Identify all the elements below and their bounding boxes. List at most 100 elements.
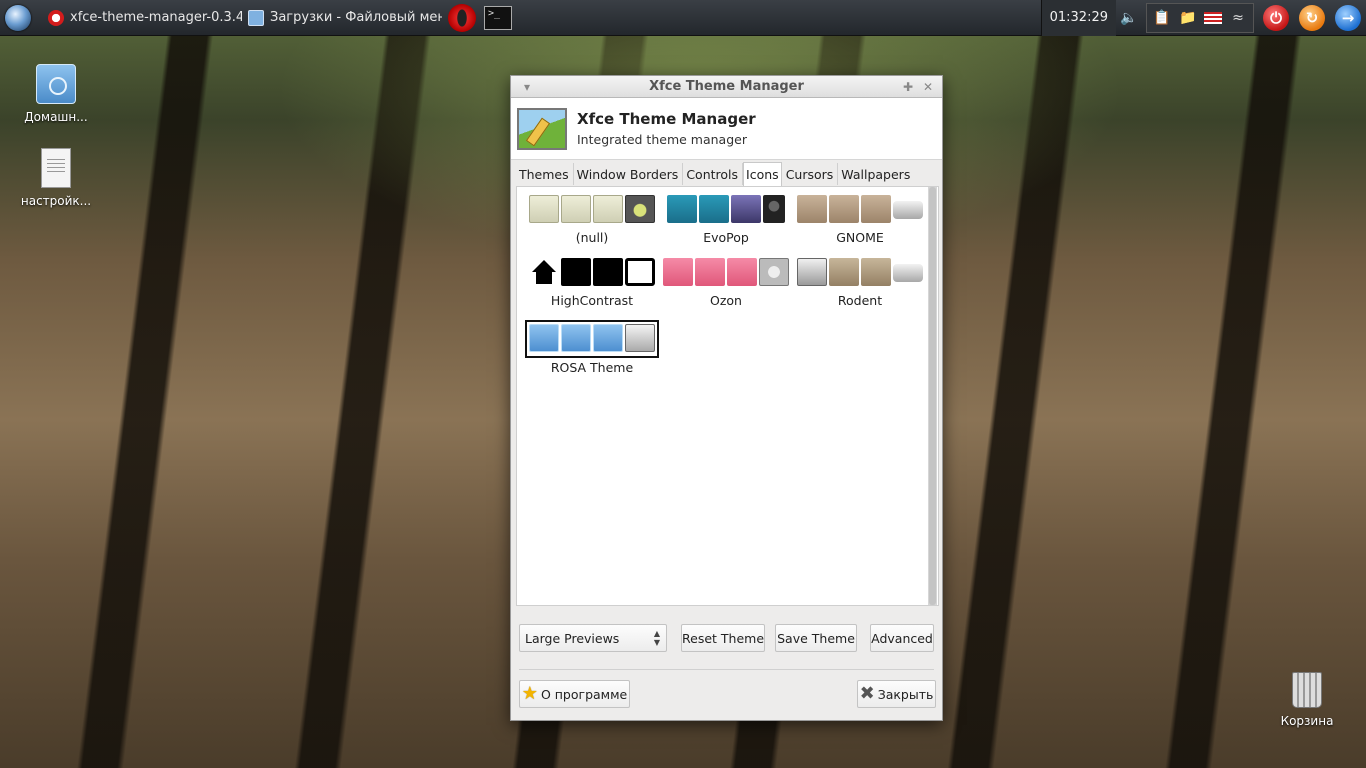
close-icon[interactable]: ✕: [918, 77, 938, 97]
star-icon: ★: [521, 683, 538, 704]
document-icon: [41, 148, 71, 188]
folder-icon: [561, 324, 591, 352]
preview-size-select[interactable]: Large Previews ▲ ▼: [519, 624, 667, 652]
network-folder-icon[interactable]: 📁: [1178, 8, 1198, 28]
hard-drive-icon: [625, 324, 655, 352]
theme-item-evopop[interactable]: EvoPop: [659, 193, 793, 255]
opera-launcher-icon[interactable]: [448, 3, 476, 32]
window-header: Xfce Theme Manager Integrated theme mana…: [511, 98, 942, 160]
folder-icon: [593, 195, 623, 223]
about-label: О программе: [540, 686, 628, 702]
folder-icon: [861, 258, 891, 286]
about-button[interactable]: ★ О программе: [519, 680, 630, 708]
power-button[interactable]: ⏻: [1263, 4, 1289, 31]
taskbar: xfce-theme-manager-0.3.4... Загрузки - Ф…: [0, 0, 1366, 36]
tab-icons[interactable]: Icons: [743, 162, 782, 186]
window-menu-chevron-down-icon[interactable]: ▾: [517, 77, 537, 97]
home-folder-icon: [797, 258, 827, 286]
desktop-icon-label: настройк...: [20, 194, 92, 208]
tab-window-borders[interactable]: Window Borders: [574, 162, 682, 186]
theme-manager-app-icon: [517, 107, 567, 150]
tab-wallpapers[interactable]: Wallpapers: [838, 162, 913, 186]
clock[interactable]: 01:32:29: [1040, 0, 1116, 36]
theme-label: (null): [575, 230, 609, 245]
home-folder-icon: [36, 64, 76, 104]
keyboard-layout-flag-icon[interactable]: [1204, 11, 1222, 24]
icon-theme-list: (null) EvoPop GNOME HighContrast Ozon Ro…: [516, 186, 939, 606]
controls-row: Large Previews ▲ ▼ Reset Theme Save Theme…: [519, 623, 936, 653]
theme-label: Rodent: [837, 293, 883, 308]
folder-icon: [829, 195, 859, 223]
save-theme-button[interactable]: Save Theme: [775, 624, 857, 652]
desktop-icon-label: Домашн...: [24, 110, 88, 124]
folder-icon: [248, 9, 264, 26]
terminal-launcher-icon[interactable]: >_: [484, 5, 512, 30]
theme-item-gnome[interactable]: GNOME: [793, 193, 927, 255]
task-label: xfce-theme-manager-0.3.4...: [70, 10, 242, 25]
hard-drive-icon: [763, 195, 785, 223]
folder-icon: [695, 258, 725, 286]
folder-icon: [727, 258, 757, 286]
hard-drive-icon: [893, 201, 923, 219]
tab-themes[interactable]: Themes: [516, 162, 572, 186]
theme-label: Ozon: [710, 293, 742, 308]
close-button[interactable]: ✖ Закрыть: [857, 680, 936, 708]
desktop-icon-label: Корзина: [1280, 714, 1334, 728]
home-icon: [529, 258, 559, 286]
close-icon: ✖: [859, 683, 875, 704]
theme-item-rodent[interactable]: Rodent: [793, 256, 927, 318]
theme-item-ozon[interactable]: Ozon: [659, 256, 793, 318]
tab-cursors[interactable]: Cursors: [783, 162, 837, 186]
hard-drive-icon: [625, 258, 655, 286]
vertical-scrollbar[interactable]: [928, 187, 937, 605]
hard-drive-icon: [893, 264, 923, 282]
maximize-icon[interactable]: ✚: [898, 77, 918, 97]
task-label: Загрузки - Файловый мен...: [270, 10, 442, 25]
theme-item-rosa[interactable]: [525, 320, 659, 358]
theme-label: ROSA Theme: [550, 360, 634, 375]
wifi-icon[interactable]: ≈: [1228, 8, 1248, 28]
close-label: Закрыть: [877, 686, 934, 702]
clipboard-icon[interactable]: 📋: [1152, 8, 1172, 28]
forward-button[interactable]: →: [1335, 4, 1361, 31]
task-theme-manager[interactable]: xfce-theme-manager-0.3.4...: [42, 3, 242, 33]
opera-icon: [48, 9, 64, 26]
theme-label: GNOME: [836, 230, 884, 245]
folder-icon: [731, 195, 761, 223]
folder-icon: [593, 258, 623, 286]
advanced-button[interactable]: Advanced: [870, 624, 934, 652]
folder-icon: [699, 195, 729, 223]
home-folder-icon: [667, 195, 697, 223]
folder-icon: [829, 258, 859, 286]
header-subtitle: Integrated theme manager: [577, 132, 747, 147]
folder-icon: [561, 195, 591, 223]
theme-item-rosa-label[interactable]: ROSA Theme: [525, 359, 659, 379]
theme-item-highcontrast[interactable]: HighContrast: [525, 256, 659, 318]
desktop-icon-settings[interactable]: настройк...: [8, 148, 104, 208]
task-file-manager[interactable]: Загрузки - Файловый мен...: [242, 3, 442, 33]
system-tray: 01:32:29 🔈 📋 📁 ≈ ⏻ ↻ →: [1040, 0, 1366, 36]
spin-arrows-icon: ▲ ▼: [653, 629, 660, 647]
scrollbar-thumb[interactable]: [929, 187, 936, 605]
home-folder-icon: [663, 258, 693, 286]
update-button[interactable]: ↻: [1299, 4, 1325, 31]
folder-icon: [529, 195, 559, 223]
rosa-logo-icon: [5, 4, 31, 31]
folder-icon: [561, 258, 591, 286]
trash-icon: [1292, 672, 1322, 708]
volume-icon[interactable]: 🔈: [1119, 8, 1139, 28]
theme-manager-window: ▾ Xfce Theme Manager ✚ ✕ Xfce Theme Mana…: [510, 75, 943, 721]
reset-theme-button[interactable]: Reset Theme: [681, 624, 765, 652]
divider: [519, 669, 934, 670]
tab-controls[interactable]: Controls: [683, 162, 741, 186]
window-titlebar[interactable]: ▾ Xfce Theme Manager ✚ ✕: [511, 76, 942, 98]
home-folder-icon: [797, 195, 827, 223]
theme-item-null[interactable]: (null): [525, 193, 659, 255]
folder-icon: [861, 195, 891, 223]
theme-label: HighContrast: [550, 293, 634, 308]
tab-bar: Themes Window Borders Controls Icons Cur…: [516, 162, 914, 186]
desktop-icon-home[interactable]: Домашн...: [8, 64, 104, 124]
app-menu-button[interactable]: [0, 0, 36, 36]
desktop-icon-trash[interactable]: Корзина: [1259, 672, 1355, 728]
window-title: Xfce Theme Manager: [649, 79, 804, 94]
